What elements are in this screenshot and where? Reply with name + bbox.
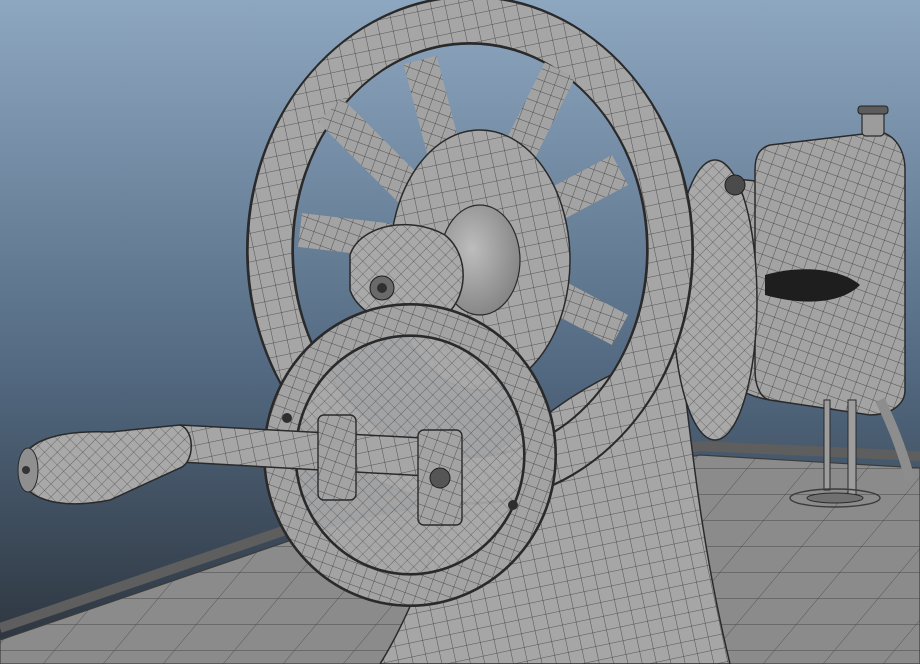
ring-rivet-icon — [282, 413, 292, 423]
hub-bolt-icon — [377, 283, 387, 293]
ring-rivet-icon — [508, 500, 518, 510]
disc-screw-icon — [724, 174, 746, 196]
viewport-canvas[interactable] — [0, 0, 920, 664]
spool-pin-cap — [857, 105, 889, 115]
3d-viewport[interactable] — [0, 0, 920, 664]
